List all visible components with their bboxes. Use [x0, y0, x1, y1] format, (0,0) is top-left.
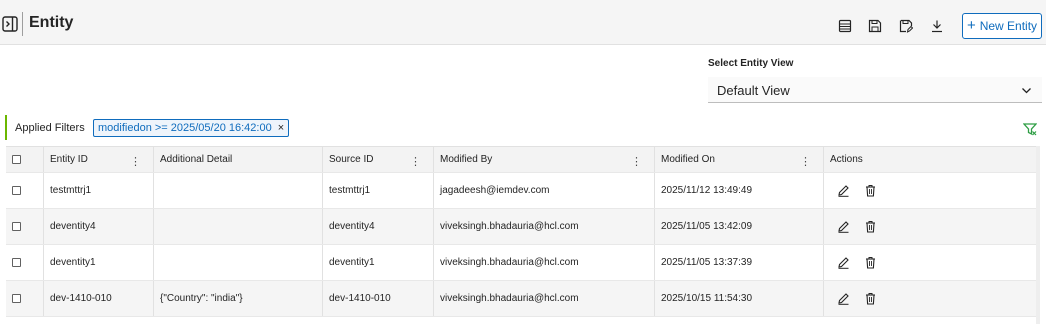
- column-menu-icon[interactable]: ⋮: [130, 155, 141, 168]
- modified-on-cell: 2025/11/05 13:42:09: [654, 209, 823, 244]
- title-divider: [22, 12, 23, 36]
- row-select-cell: [6, 245, 43, 280]
- row-checkbox[interactable]: [12, 186, 21, 195]
- select-all-cell: [6, 147, 43, 172]
- chevron-down-icon: [1022, 88, 1031, 94]
- vertical-scrollbar[interactable]: [1036, 146, 1040, 324]
- additional-detail-cell: {"Country": "india"}: [153, 281, 322, 316]
- actions-cell: [823, 173, 1036, 208]
- column-menu-icon[interactable]: ⋮: [410, 155, 421, 168]
- delete-icon[interactable]: [864, 184, 877, 197]
- row-checkbox[interactable]: [12, 222, 21, 231]
- list-view-icon[interactable]: [838, 19, 852, 33]
- source-id-cell: testmttrj1: [322, 173, 433, 208]
- edit-icon[interactable]: [837, 292, 850, 305]
- additional-detail-cell: [153, 245, 322, 280]
- column-header-entity-id[interactable]: Entity ID ⋮: [43, 147, 153, 172]
- column-menu-icon[interactable]: ⋮: [631, 155, 642, 168]
- column-header-label: Actions: [830, 154, 863, 165]
- save-icon[interactable]: [868, 19, 882, 33]
- entity-id-cell[interactable]: deventity1: [43, 245, 153, 280]
- entity-id-cell[interactable]: dev-1410-010: [43, 281, 153, 316]
- table-header: Entity ID ⋮ Additional Detail Source ID …: [6, 146, 1040, 173]
- delete-icon[interactable]: [864, 292, 877, 305]
- modified-on-cell: 2025/11/12 13:49:49: [654, 173, 823, 208]
- column-header-label: Additional Detail: [160, 154, 233, 165]
- modified-by-cell: viveksingh.bhadauria@hcl.com: [433, 209, 654, 244]
- top-bar: Entity + New Entity: [0, 0, 1046, 45]
- table-row[interactable]: deventity4 deventity4 viveksingh.bhadaur…: [6, 209, 1040, 245]
- filter-icon[interactable]: [1023, 122, 1037, 136]
- source-id-cell: deventity1: [322, 245, 433, 280]
- edit-icon[interactable]: [837, 256, 850, 269]
- entity-id-cell[interactable]: deventity4: [43, 209, 153, 244]
- modified-by-cell: jagadeesh@iemdev.com: [433, 173, 654, 208]
- filter-chip-text: modifiedon >= 2025/05/20 16:42:00: [98, 122, 272, 134]
- modified-by-cell: viveksingh.bhadauria@hcl.com: [433, 245, 654, 280]
- edit-icon[interactable]: [837, 184, 850, 197]
- panel-toggle-icon[interactable]: [2, 16, 18, 32]
- download-icon[interactable]: [930, 19, 944, 33]
- table-row[interactable]: testmttrj1 testmttrj1 jagadeesh@iemdev.c…: [6, 173, 1040, 209]
- new-entity-label: New Entity: [979, 19, 1038, 33]
- table-row[interactable]: dev-1410-010 {"Country": "india"} dev-14…: [6, 281, 1040, 317]
- modified-on-cell: 2025/11/05 13:37:39: [654, 245, 823, 280]
- new-entity-button[interactable]: + New Entity: [962, 13, 1042, 39]
- view-selector-label: Select Entity View: [708, 58, 794, 69]
- column-header-modified-on[interactable]: Modified On ⋮: [654, 147, 823, 172]
- entity-id-cell[interactable]: testmttrj1: [43, 173, 153, 208]
- row-select-cell: [6, 209, 43, 244]
- column-header-label: Entity ID: [50, 154, 88, 165]
- save-as-icon[interactable]: [899, 19, 913, 33]
- entity-view-dropdown[interactable]: Default View: [708, 77, 1042, 103]
- actions-cell: [823, 209, 1036, 244]
- actions-cell: [823, 245, 1036, 280]
- source-id-cell: deventity4: [322, 209, 433, 244]
- entity-table: Entity ID ⋮ Additional Detail Source ID …: [6, 146, 1040, 317]
- row-checkbox[interactable]: [12, 258, 21, 267]
- column-header-additional-detail[interactable]: Additional Detail: [153, 147, 322, 172]
- applied-filters-bar: Applied Filters: [5, 115, 85, 140]
- entity-view-value: Default View: [717, 83, 790, 98]
- delete-icon[interactable]: [864, 256, 877, 269]
- edit-icon[interactable]: [837, 220, 850, 233]
- page-title: Entity: [29, 14, 74, 31]
- additional-detail-cell: [153, 209, 322, 244]
- modified-on-cell: 2025/10/15 11:54:30: [654, 281, 823, 316]
- additional-detail-cell: [153, 173, 322, 208]
- column-header-actions: Actions: [823, 147, 1036, 172]
- row-select-cell: [6, 281, 43, 316]
- plus-icon: +: [966, 17, 976, 34]
- table-row[interactable]: deventity1 deventity1 viveksingh.bhadaur…: [6, 245, 1040, 281]
- applied-filters-label: Applied Filters: [15, 121, 85, 134]
- close-icon[interactable]: ×: [278, 122, 284, 136]
- delete-icon[interactable]: [864, 220, 877, 233]
- column-header-label: Source ID: [329, 154, 374, 165]
- column-header-modified-by[interactable]: Modified By ⋮: [433, 147, 654, 172]
- row-select-cell: [6, 173, 43, 208]
- column-header-label: Modified On: [661, 154, 715, 165]
- modified-by-cell: viveksingh.bhadauria@hcl.com: [433, 281, 654, 316]
- select-all-checkbox[interactable]: [12, 155, 21, 164]
- filter-chip[interactable]: modifiedon >= 2025/05/20 16:42:00 ×: [93, 119, 290, 137]
- source-id-cell: dev-1410-010: [322, 281, 433, 316]
- row-checkbox[interactable]: [12, 294, 21, 303]
- column-header-source-id[interactable]: Source ID ⋮: [322, 147, 433, 172]
- actions-cell: [823, 281, 1036, 316]
- column-header-label: Modified By: [440, 154, 493, 165]
- column-menu-icon[interactable]: ⋮: [800, 155, 811, 168]
